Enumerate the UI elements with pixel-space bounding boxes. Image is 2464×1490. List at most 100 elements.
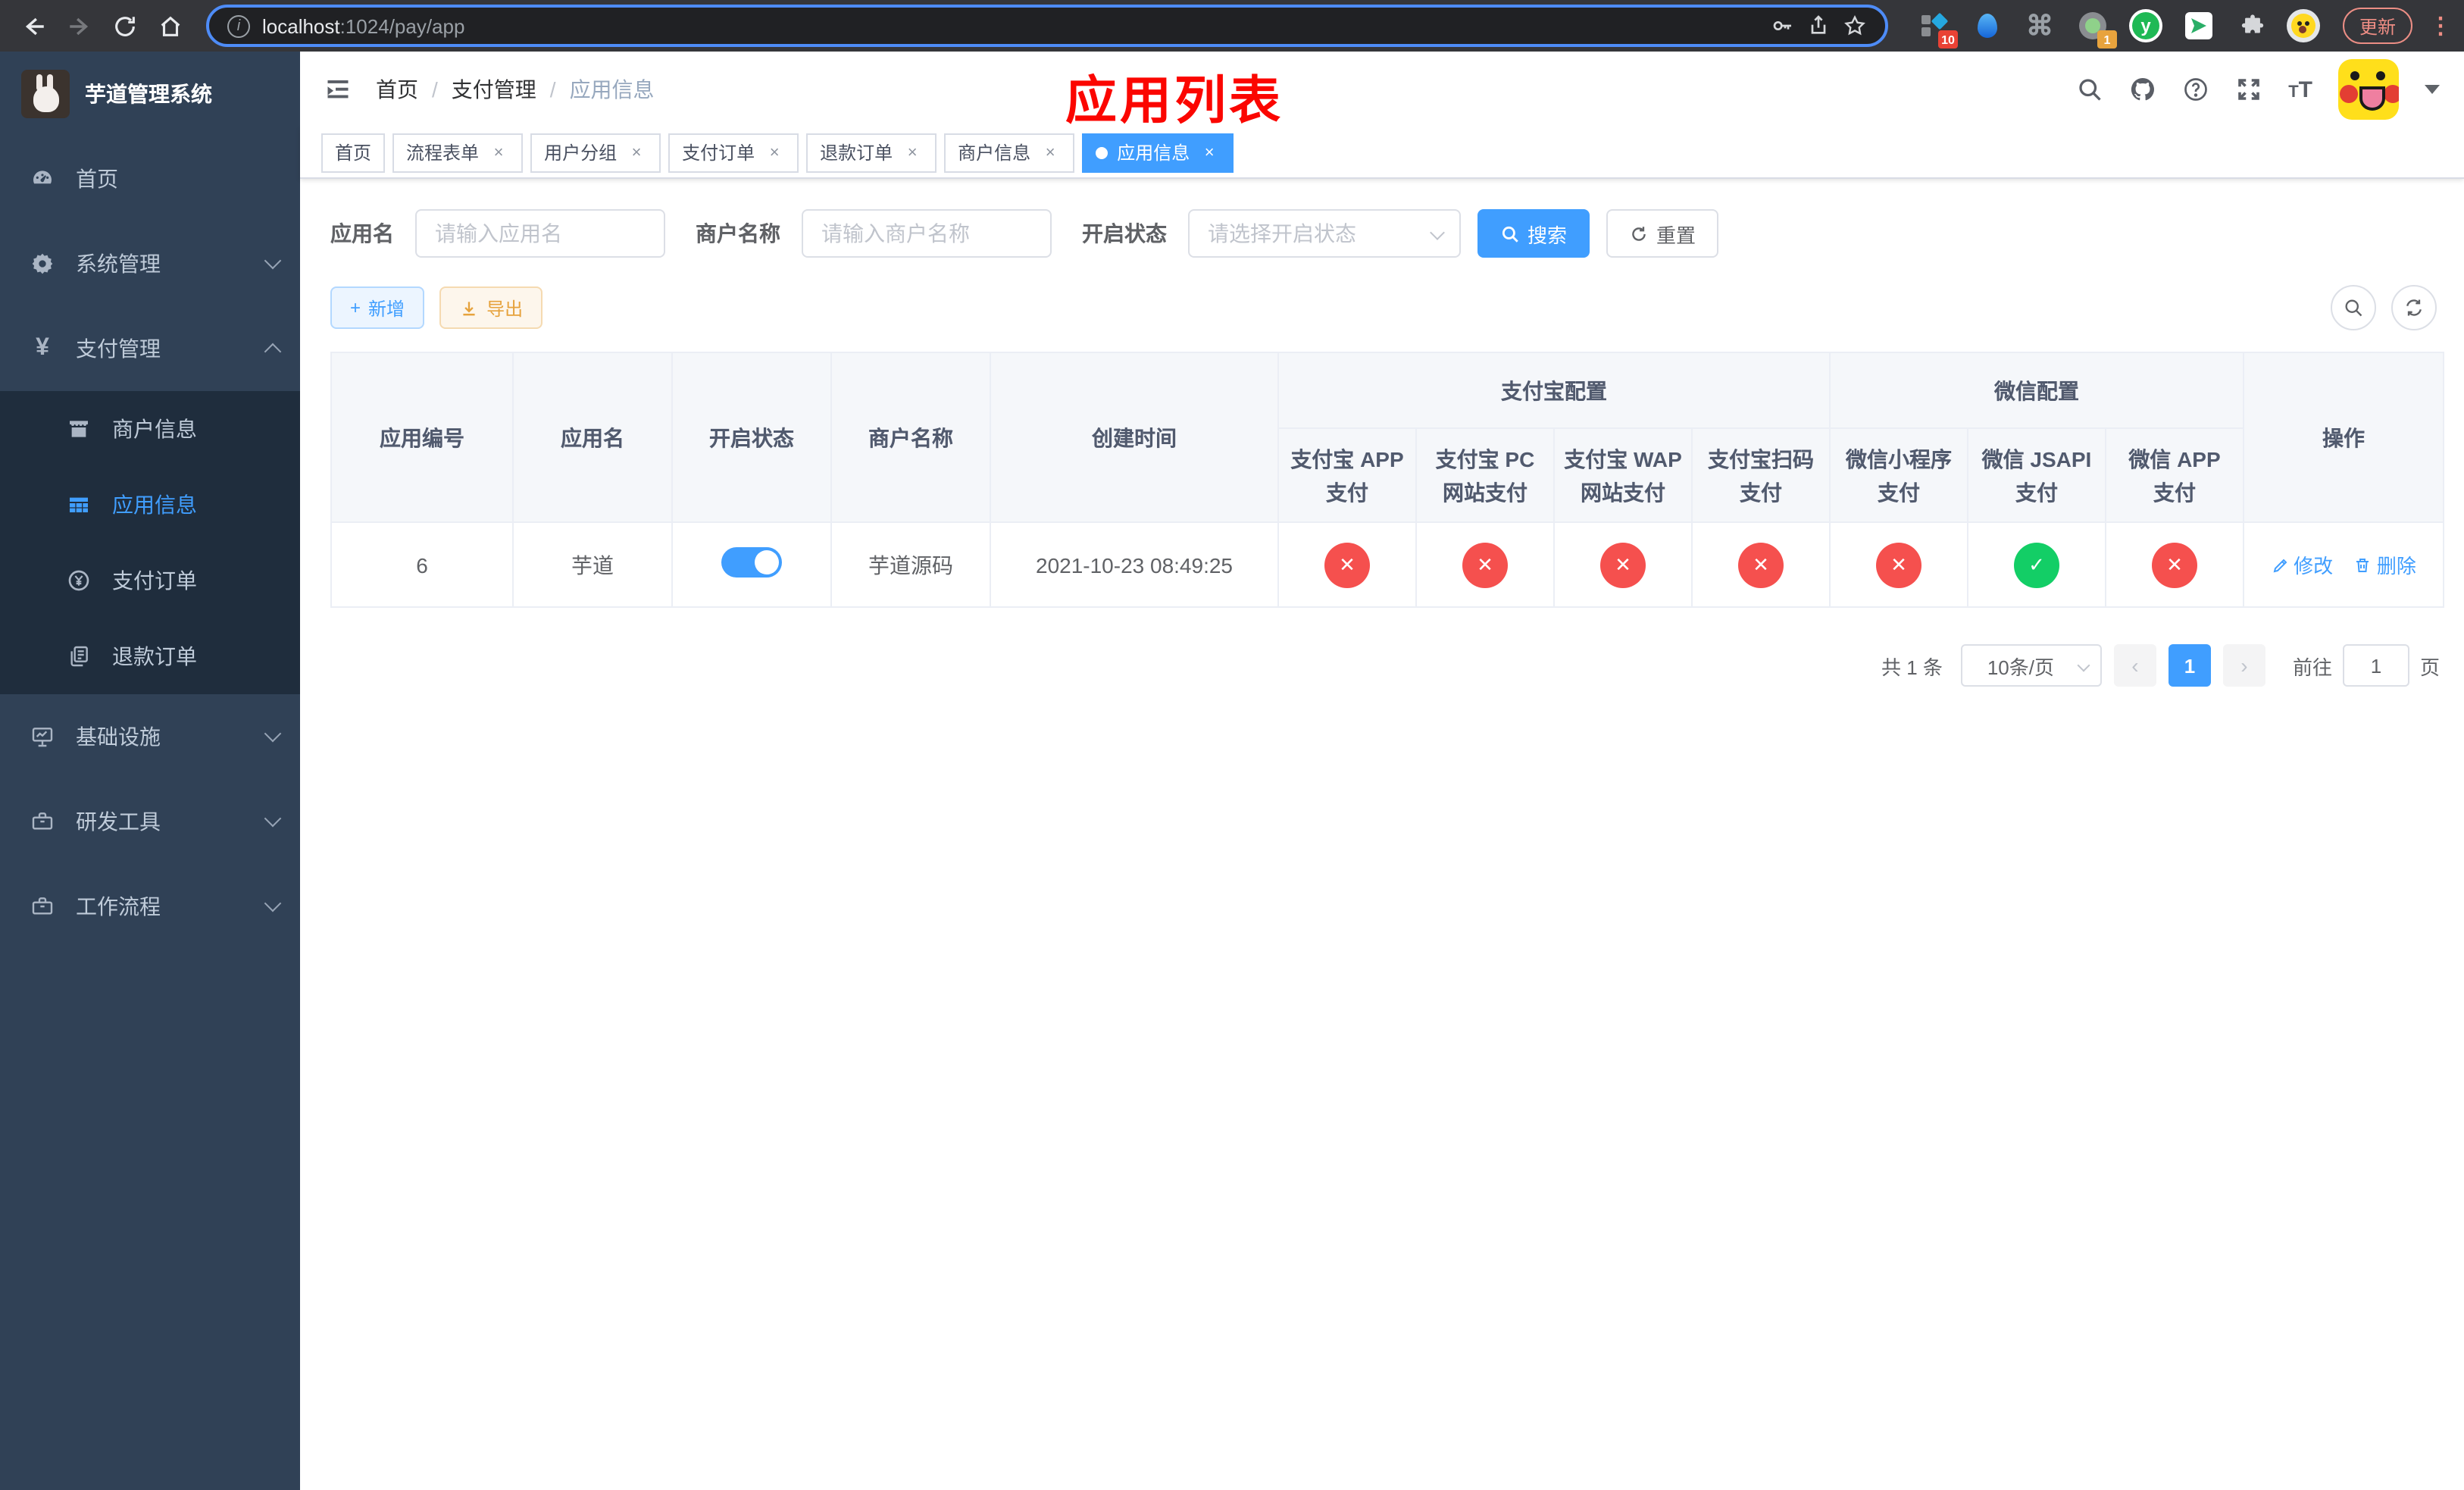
- close-icon[interactable]: ×: [764, 142, 785, 163]
- dashboard-icon: [30, 167, 55, 191]
- sidebar-item-infra[interactable]: 基础设施: [0, 694, 300, 779]
- tab-refund-order[interactable]: 退款订单 ×: [806, 133, 937, 172]
- bookmark-star-icon[interactable]: [1843, 14, 1867, 38]
- sidebar: 芋道管理系统 首页 系统管理 ¥ 支付管理 商户信息 应用信息 支付订单 退款订…: [0, 52, 300, 1490]
- status-select[interactable]: 请选择开启状态: [1188, 209, 1461, 258]
- extensions-row: 10 ⌘ 1 y 更新 ⋮: [1915, 8, 2452, 49]
- extension-y-icon[interactable]: y: [2128, 8, 2164, 44]
- edit-link[interactable]: 修改: [2271, 550, 2333, 579]
- col-wx-app: 微信 APP 支付: [2105, 427, 2244, 523]
- extension-camera-icon[interactable]: 1: [2075, 8, 2117, 49]
- download-icon: [463, 301, 475, 315]
- export-button[interactable]: 导出: [439, 286, 543, 329]
- share-icon[interactable]: [1806, 14, 1831, 38]
- search-button[interactable]: 搜索: [1477, 209, 1590, 258]
- trash-icon: [2356, 558, 2369, 571]
- breadcrumb-home[interactable]: 首页: [376, 74, 418, 105]
- col-wx-jsapi: 微信 JSAPI 支付: [1967, 427, 2106, 523]
- sidebar-menu: 首页 系统管理 ¥ 支付管理 商户信息 应用信息 支付订单 退款订单 基础设施 …: [0, 136, 300, 1490]
- tab-home[interactable]: 首页: [321, 133, 386, 172]
- prev-page-button[interactable]: ‹: [2113, 644, 2156, 687]
- extension-command-icon[interactable]: ⌘: [2022, 8, 2058, 44]
- extension-balloon-icon[interactable]: [1968, 8, 2005, 44]
- sidebar-item-system[interactable]: 系统管理: [0, 221, 300, 306]
- password-key-icon[interactable]: [1770, 14, 1794, 38]
- extension-grid-icon[interactable]: 10: [1915, 8, 1958, 49]
- sidebar-item-workflow[interactable]: 工作流程: [0, 864, 300, 949]
- main-area: 应用列表 首页 / 支付管理 / 应用信息 TT 首页 流程表单 × 用户分组 …: [300, 52, 2464, 1490]
- browser-reload-icon[interactable]: [106, 8, 142, 44]
- tab-merchant-info[interactable]: 商户信息 ×: [944, 133, 1075, 172]
- search-icon[interactable]: [2076, 76, 2103, 103]
- col-alipay-qr: 支付宝扫码支付: [1691, 427, 1831, 523]
- close-icon[interactable]: ×: [488, 142, 509, 163]
- sidebar-item-payment[interactable]: ¥ 支付管理: [0, 306, 300, 391]
- col-alipay-app: 支付宝 APP 支付: [1277, 427, 1417, 523]
- sidebar-item-pay-order[interactable]: 支付订单: [0, 543, 300, 618]
- page-1-button[interactable]: 1: [2168, 644, 2211, 687]
- cell-alipay-qr-status: ✕: [1691, 521, 1831, 608]
- tab-label: 用户分组: [544, 142, 618, 164]
- refresh-icon: [1632, 226, 1646, 240]
- sidebar-logo[interactable]: 芋道管理系统: [0, 52, 300, 136]
- help-question-icon[interactable]: [2182, 76, 2209, 103]
- status-toggle[interactable]: [721, 547, 782, 578]
- page-size-select[interactable]: 10条/页: [1960, 644, 2102, 687]
- refresh-table-button[interactable]: [2391, 285, 2437, 330]
- app-name-input[interactable]: [415, 209, 665, 258]
- delete-link[interactable]: 删除: [2354, 550, 2416, 579]
- sidebar-item-refund-order[interactable]: 退款订单: [0, 618, 300, 694]
- sidebar-item-app-info[interactable]: 应用信息: [0, 467, 300, 543]
- extension-chat-icon[interactable]: [2181, 8, 2217, 44]
- goto-page-input[interactable]: [2342, 644, 2409, 687]
- export-button-label: 导出: [486, 298, 524, 319]
- sidebar-item-home[interactable]: 首页: [0, 136, 300, 221]
- chevron-down-icon: [264, 894, 282, 912]
- merchant-name-input[interactable]: [802, 209, 1052, 258]
- tab-user-group[interactable]: 用户分组 ×: [530, 133, 661, 172]
- sidebar-item-label: 基础设施: [76, 725, 161, 749]
- cross-icon: ✕: [1462, 542, 1508, 587]
- github-icon[interactable]: [2129, 76, 2156, 103]
- tab-pay-order[interactable]: 支付订单 ×: [668, 133, 799, 172]
- browser-back-icon[interactable]: [15, 8, 52, 44]
- address-bar[interactable]: i localhost:1024/pay/app: [206, 5, 1888, 47]
- screen: i localhost:1024/pay/app 10 ⌘ 1 y 更新 ⋮ 芋…: [0, 0, 2464, 1490]
- close-icon[interactable]: ×: [1199, 142, 1220, 163]
- browser-home-icon[interactable]: [152, 8, 188, 44]
- sidebar-item-label: 商户信息: [112, 417, 197, 441]
- tab-process-form[interactable]: 流程表单 ×: [392, 133, 524, 172]
- site-info-icon[interactable]: i: [227, 14, 250, 37]
- close-icon[interactable]: ×: [626, 142, 647, 163]
- col-alipay-pc: 支付宝 PC 网站支付: [1415, 427, 1555, 523]
- cross-icon: ✕: [2152, 542, 2197, 587]
- next-page-button[interactable]: ›: [2222, 644, 2265, 687]
- browser-forward-icon[interactable]: [61, 8, 97, 44]
- fullscreen-icon[interactable]: [2235, 76, 2262, 103]
- sidebar-item-merchant-info[interactable]: 商户信息: [0, 391, 300, 467]
- chrome-update-button[interactable]: 更新: [2343, 8, 2413, 44]
- add-button[interactable]: + 新增: [330, 286, 425, 329]
- cell-wx-jsapi-status: ✓: [1967, 521, 2106, 608]
- profile-emoji-avatar[interactable]: [2287, 9, 2320, 42]
- user-menu-caret-icon[interactable]: [2425, 85, 2440, 94]
- close-icon[interactable]: ×: [902, 142, 923, 163]
- active-dot-icon: [1096, 146, 1108, 158]
- extension-badge-1: 1: [2097, 30, 2117, 49]
- cell-wx-mini-status: ✕: [1829, 521, 1968, 608]
- toggle-search-button[interactable]: [2331, 285, 2376, 330]
- tab-app-info[interactable]: 应用信息 ×: [1082, 133, 1234, 172]
- merchant-name-label: 商户名称: [696, 221, 780, 246]
- status-select-placeholder: 请选择开启状态: [1208, 221, 1356, 246]
- tab-label: 退款订单: [820, 142, 893, 164]
- extensions-puzzle-icon[interactable]: [2234, 8, 2270, 44]
- close-icon[interactable]: ×: [1040, 142, 1061, 163]
- user-avatar[interactable]: [2338, 59, 2399, 120]
- sidebar-item-devtools[interactable]: 研发工具: [0, 779, 300, 864]
- sidebar-collapse-icon[interactable]: [321, 73, 355, 106]
- reset-button[interactable]: 重置: [1606, 209, 1719, 258]
- page-size-value: 10条/页: [1987, 656, 2054, 678]
- breadcrumb-section[interactable]: 支付管理: [452, 74, 536, 105]
- browser-menu-icon[interactable]: ⋮: [2429, 14, 2452, 37]
- font-size-icon[interactable]: TT: [2288, 77, 2312, 102]
